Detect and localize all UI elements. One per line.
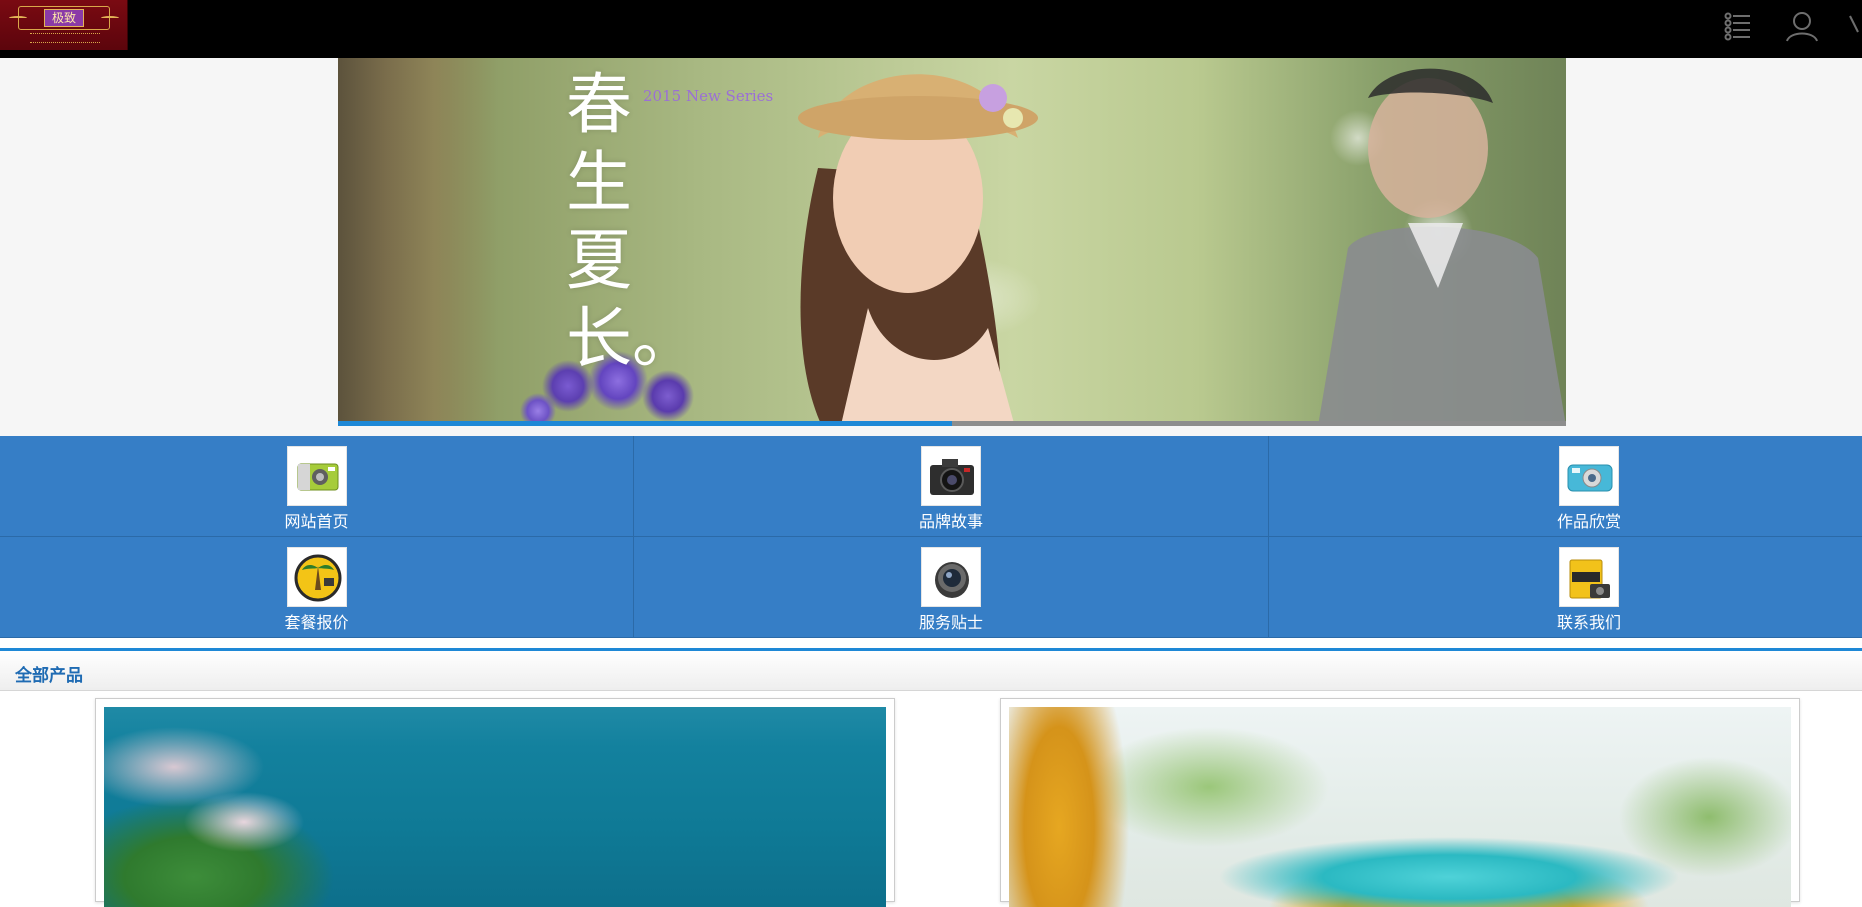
green-camera-icon	[286, 446, 347, 506]
nav-item-service-tips[interactable]: 服务贴士	[634, 537, 1269, 638]
product-photo	[1009, 707, 1791, 907]
logo-wing-right	[101, 16, 119, 20]
product-photo	[104, 707, 886, 907]
banner-progress-bar	[338, 421, 1566, 426]
section-title: 全部产品	[15, 666, 83, 686]
banner-forest-background	[338, 58, 498, 426]
main-nav-grid: 网站首页 品牌故事 作品欣赏 套餐报价 服务贴士 联系我们	[0, 436, 1862, 638]
banner-progress-fill	[338, 421, 952, 426]
logo-plaque: 极致	[9, 6, 119, 30]
lens-icon	[921, 547, 981, 607]
top-header-bar: 极致	[0, 0, 1862, 58]
folder-camera-icon	[1559, 547, 1619, 607]
dslr-camera-icon	[921, 446, 981, 506]
nav-item-label: 套餐报价	[284, 613, 349, 632]
product-card-bus[interactable]	[1000, 698, 1800, 907]
nav-item-label: 联系我们	[1556, 613, 1621, 632]
section-header: 全部产品	[0, 651, 1862, 691]
nav-item-packages[interactable]: 套餐报价	[0, 537, 634, 638]
nav-item-label: 服务贴士	[918, 613, 983, 632]
nav-item-label: 品牌故事	[918, 512, 983, 531]
brand-logo[interactable]: 极致	[0, 0, 128, 50]
nav-item-brand-story[interactable]: 品牌故事	[634, 436, 1269, 537]
banner-groom-figure	[1318, 68, 1566, 426]
product-card-seaside[interactable]	[95, 698, 895, 907]
user-icon[interactable]	[1784, 8, 1820, 44]
banner-series-text: 2015 New Series	[643, 87, 774, 105]
nav-item-contact[interactable]: 联系我们	[1269, 537, 1862, 638]
logo-subline	[30, 33, 100, 43]
logo-wing-left	[9, 16, 27, 20]
nav-item-home[interactable]: 网站首页	[0, 436, 634, 537]
banner-bride-figure	[798, 74, 1038, 426]
banner-area: 春生夏长。 2015 New Series	[0, 58, 1862, 436]
nav-item-portfolio[interactable]: 作品欣赏	[1269, 436, 1862, 537]
palm-badge-icon	[286, 547, 347, 607]
list-menu-icon[interactable]	[1720, 8, 1756, 44]
banner-headline: 春生夏长。	[566, 66, 698, 377]
hero-banner-slide[interactable]: 春生夏长。 2015 New Series	[338, 58, 1566, 426]
overflow-icon[interactable]	[1846, 8, 1862, 44]
nav-item-label: 作品欣赏	[1556, 512, 1621, 531]
logo-text: 极致	[44, 9, 84, 27]
blue-camera-icon	[1559, 446, 1619, 506]
nav-item-label: 网站首页	[284, 512, 349, 531]
